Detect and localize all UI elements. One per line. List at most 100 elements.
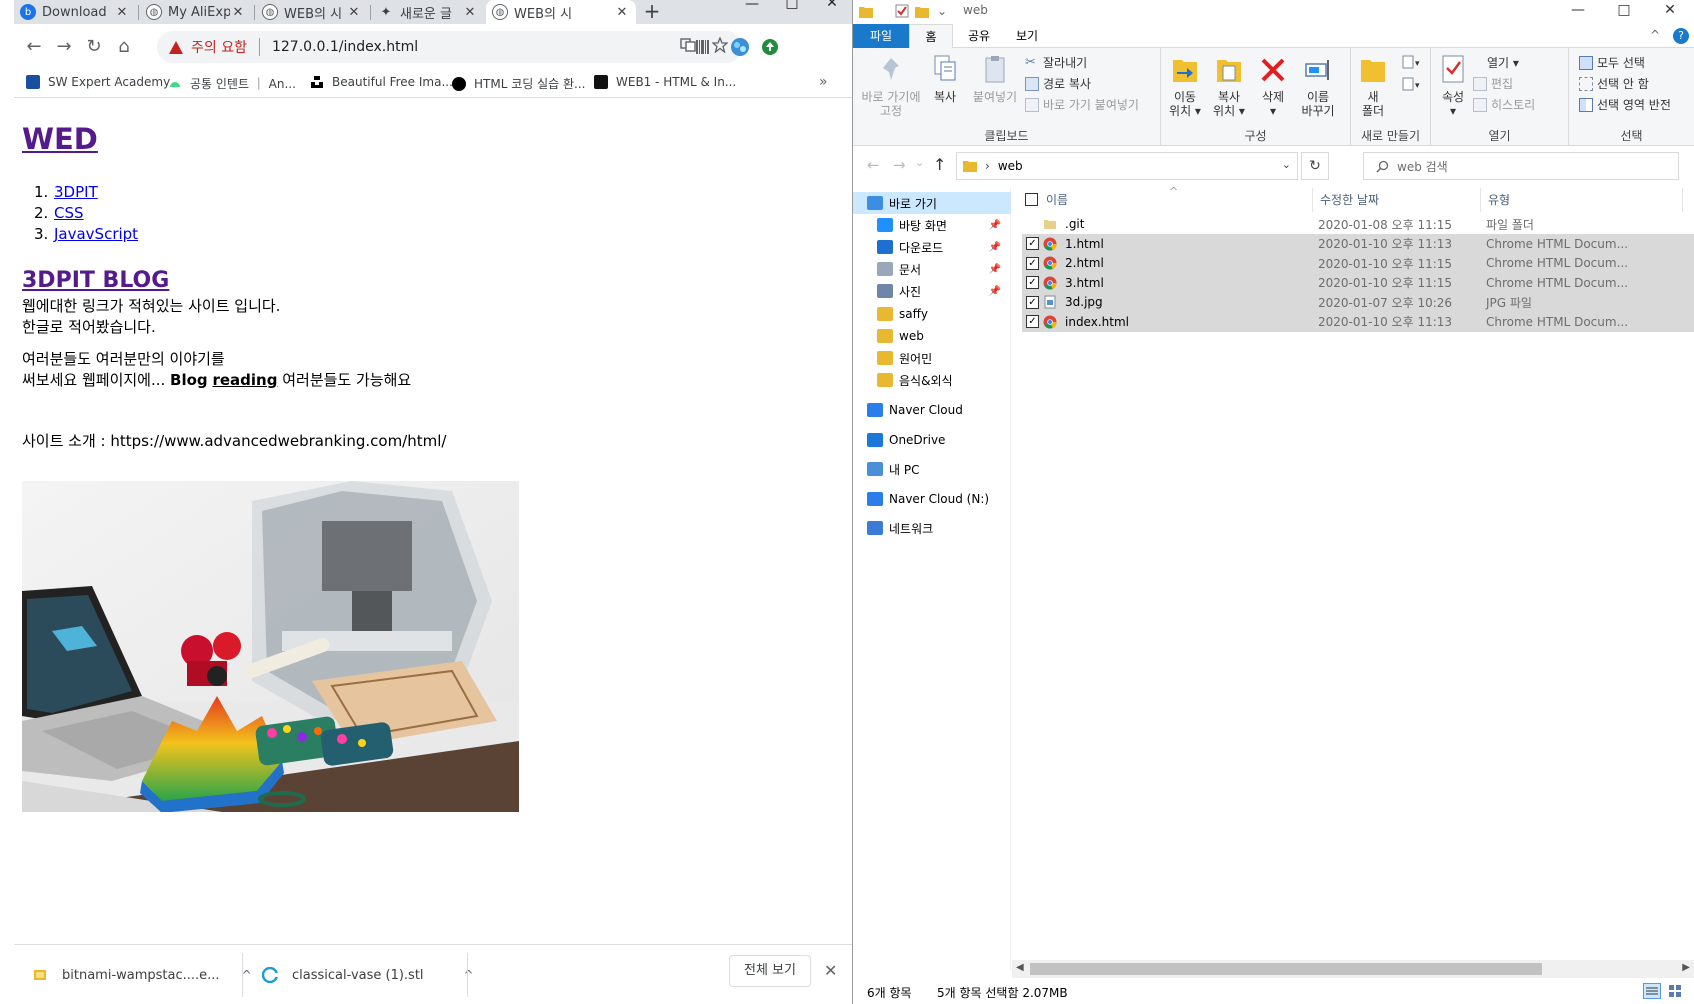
easy-access-icon[interactable]: ▾ — [1401, 76, 1423, 92]
select-all-button[interactable]: 모두 선택 — [1579, 54, 1645, 71]
chevron-up-icon[interactable]: ^ — [464, 968, 474, 982]
collapse-ribbon-icon[interactable]: ^ — [1650, 28, 1660, 42]
tab-aliexpress[interactable]: ◍ My AliExp ✕ — [140, 0, 252, 24]
nav-item[interactable]: 문서 📌 — [853, 258, 1011, 280]
nav-item[interactable]: 다운로드 📌 — [853, 236, 1011, 258]
bookmark-html-practice[interactable]: HTML 코딩 실습 환... — [452, 75, 585, 92]
breadcrumb-web[interactable]: web — [998, 159, 1023, 173]
file-row[interactable]: ✓ index.html 2020-01-10 오후 11:13 Chrome HTM… — [1022, 311, 1694, 332]
copy-path-button[interactable]: 경로 복사 — [1025, 75, 1091, 92]
forward-button[interactable]: → — [52, 36, 76, 60]
search-input[interactable]: web 검색 — [1363, 152, 1679, 180]
properties-button[interactable]: 속성 ▾ — [1435, 54, 1471, 118]
bookmark-sw-expert[interactable]: SW Expert Academy — [26, 75, 170, 89]
nav-item[interactable]: 바탕 화면 📌 — [853, 214, 1011, 236]
copy-button[interactable]: 복사 — [925, 54, 965, 104]
tab-web-active[interactable]: ◍ WEB의 시 ✕ — [486, 0, 636, 24]
close-tab-icon[interactable]: ✕ — [230, 5, 246, 20]
pin-icon[interactable]: 📌 — [989, 242, 1001, 253]
up-button[interactable]: ↑ — [933, 155, 946, 174]
copy-to-button[interactable]: 복사 위치 ▾ — [1207, 54, 1251, 118]
omnibox[interactable]: 주의 요함 127.0.0.1/index.html — [157, 31, 742, 63]
row-checkbox[interactable]: ✓ — [1026, 237, 1039, 250]
address-bar[interactable]: › web ⌄ — [956, 152, 1298, 180]
cut-button[interactable]: ✂ 잘라내기 — [1025, 54, 1087, 71]
file-row[interactable]: .git 2020-01-08 오후 11:15 파일 폴더 — [1022, 214, 1694, 234]
close-tab-icon[interactable]: ✕ — [462, 5, 478, 20]
recent-locations-button[interactable]: ⌄ — [915, 156, 924, 169]
file-row[interactable]: ✓ 2.html 2020-01-10 오후 11:15 Chrome HTML Do… — [1022, 253, 1694, 273]
nav-item[interactable]: 음식&외식 — [853, 369, 1011, 391]
nav-item[interactable]: 바로 가기 — [853, 192, 1011, 214]
nav-item[interactable]: web — [853, 325, 1011, 347]
bookmark-web1[interactable]: WEB1 - HTML & In... — [594, 75, 736, 89]
maximize-button[interactable]: □ — [772, 0, 812, 24]
scrollbar-thumb[interactable] — [1030, 963, 1542, 975]
tab-download[interactable]: b Download ✕ — [14, 0, 136, 24]
quick-access-dropdown-icon[interactable]: ⌄ — [937, 4, 947, 18]
tab-file[interactable]: 파일 — [853, 24, 909, 48]
column-header-type[interactable]: 유형 — [1488, 188, 1510, 212]
link-css[interactable]: CSS — [54, 204, 84, 222]
select-none-button[interactable]: 선택 안 함 — [1579, 75, 1649, 92]
nav-item[interactable]: OneDrive — [853, 429, 1011, 451]
bookmarks-more-button[interactable]: » — [819, 74, 828, 90]
download-item-bitnami[interactable]: bitnami-wampstac....e... ^ — [32, 959, 252, 991]
profile-avatar-icon[interactable] — [730, 37, 750, 57]
address-dropdown-icon[interactable]: ⌄ — [1282, 158, 1291, 171]
home-button[interactable]: ⌂ — [112, 36, 136, 60]
nav-item[interactable]: Naver Cloud (N:) — [853, 488, 1011, 510]
new-tab-button[interactable]: + — [640, 0, 664, 24]
download-item-vase[interactable]: classical-vase (1).stl ^ — [262, 959, 474, 991]
scroll-right-icon[interactable]: ▶ — [1682, 962, 1690, 973]
tab-home[interactable]: 홈 — [909, 24, 953, 48]
extension-barcode-icon[interactable] — [692, 37, 712, 57]
paste-button[interactable]: 붙여넣기 — [969, 54, 1021, 104]
link-javascript[interactable]: JavavScript — [54, 225, 138, 243]
nav-item[interactable]: Naver Cloud — [853, 399, 1011, 421]
new-folder-button[interactable]: 새 폴더 — [1355, 54, 1391, 118]
breadcrumb-separator[interactable]: › — [985, 159, 990, 173]
reload-button[interactable]: ↻ — [82, 36, 106, 60]
nav-item[interactable]: 내 PC — [853, 458, 1011, 480]
bookmark-android-intent[interactable]: 공통 인텐트 ｜ An... — [168, 75, 296, 92]
paste-shortcut-button[interactable]: 바로 가기 붙여넣기 — [1025, 96, 1139, 113]
back-button[interactable]: ← — [867, 156, 880, 174]
column-header-date[interactable]: 수정한 날짜 — [1320, 188, 1379, 212]
bookmark-unsplash[interactable]: Beautiful Free Ima... — [310, 75, 453, 89]
column-header-name[interactable]: 이름 — [1046, 188, 1068, 212]
pin-icon[interactable]: 📌 — [989, 286, 1001, 297]
invert-selection-button[interactable]: 선택 영역 반전 — [1579, 96, 1671, 113]
new-item-icon[interactable]: ▾ — [1401, 54, 1423, 70]
new-folder-quick-icon[interactable] — [915, 5, 929, 18]
maximize-button[interactable]: □ — [1601, 0, 1647, 24]
close-tab-icon[interactable]: ✕ — [614, 5, 630, 20]
nav-item[interactable]: 원어민 — [853, 347, 1011, 369]
close-tab-icon[interactable]: ✕ — [114, 5, 130, 20]
properties-check-icon[interactable] — [895, 4, 909, 18]
tab-view[interactable]: 보기 — [1007, 24, 1047, 48]
page-heading-link[interactable]: WED — [22, 122, 98, 156]
row-checkbox[interactable]: ✓ — [1026, 276, 1039, 289]
open-button[interactable]: 열기 ▾ — [1487, 54, 1519, 71]
tab-new-post[interactable]: ✦ 새로운 글 ✕ — [372, 0, 484, 24]
delete-button[interactable]: 삭제 ▾ — [1253, 54, 1293, 118]
show-all-downloads-button[interactable]: 전체 보기 — [729, 955, 811, 987]
close-download-bar-icon[interactable]: ✕ — [824, 961, 837, 980]
nav-item[interactable]: 네트워크 — [853, 517, 1011, 539]
file-row[interactable]: ✓ 3.html 2020-01-10 오후 11:15 Chrome HTML Do… — [1022, 272, 1694, 293]
close-window-button[interactable]: ✕ — [812, 0, 852, 24]
rename-button[interactable]: 이름 바꾸기 — [1295, 54, 1341, 118]
nav-item[interactable]: saffy — [853, 303, 1011, 325]
tab-web-1[interactable]: ◍ WEB의 시 ✕ — [256, 0, 368, 24]
edit-button[interactable]: 편집 — [1473, 75, 1513, 92]
move-to-button[interactable]: 이동 위치 ▾ — [1163, 54, 1207, 118]
horizontal-scrollbar[interactable]: ◀ ▶ — [1012, 960, 1694, 978]
history-button[interactable]: 히스토리 — [1473, 96, 1535, 113]
back-button[interactable]: ← — [22, 36, 46, 60]
blog-heading-link[interactable]: 3DPIT BLOG — [22, 268, 169, 293]
url-text[interactable]: 127.0.0.1/index.html — [272, 39, 418, 55]
tab-share[interactable]: 공유 — [959, 24, 999, 48]
scroll-left-icon[interactable]: ◀ — [1016, 962, 1024, 973]
file-row[interactable]: ✓ 1.html 2020-01-10 오후 11:13 Chrome HTML Do… — [1022, 233, 1694, 254]
